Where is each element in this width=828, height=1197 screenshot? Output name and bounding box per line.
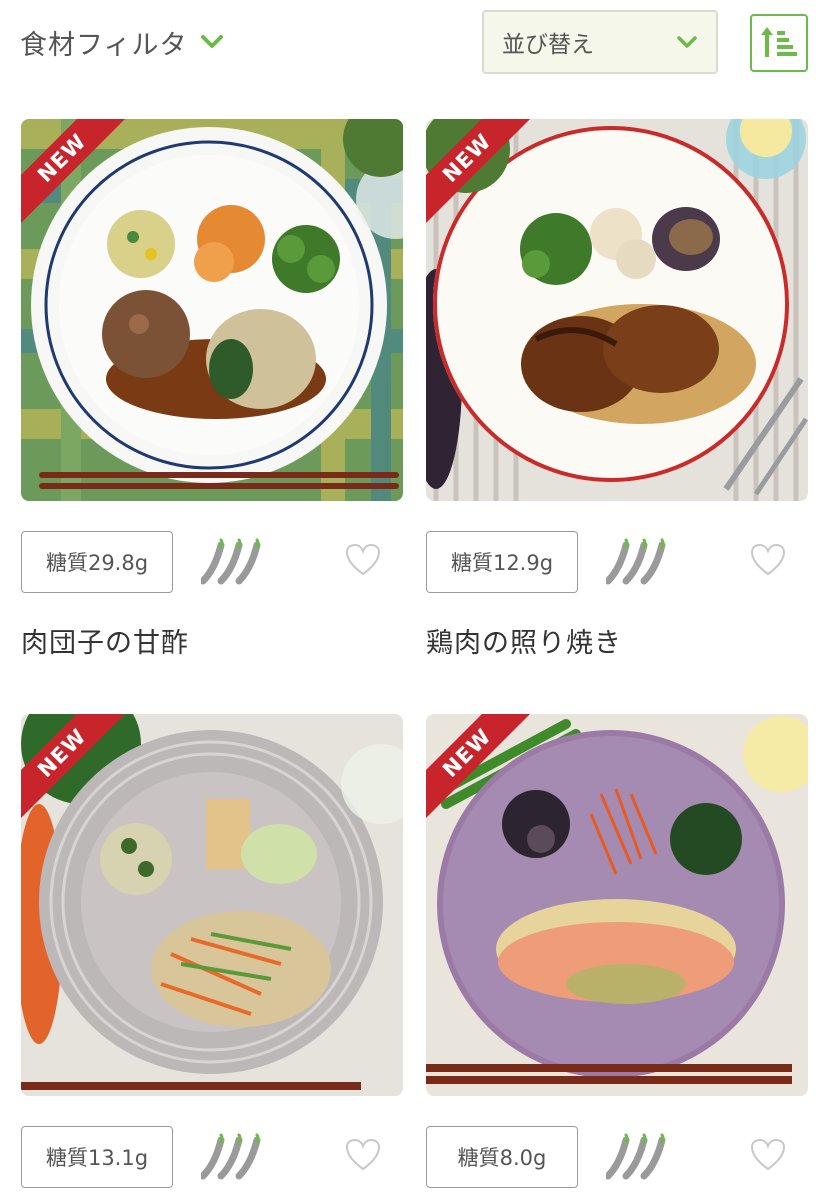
chili-pepper-icon	[201, 538, 261, 585]
heart-icon[interactable]	[750, 1138, 786, 1172]
carb-badge: 糖質13.1g	[21, 1126, 173, 1188]
heart-icon[interactable]	[750, 543, 786, 577]
chevron-down-icon	[677, 36, 697, 48]
carb-badge: 糖質8.0g	[426, 1126, 578, 1188]
meal-title[interactable]: 肉団子の甘酢	[21, 621, 189, 660]
heart-icon[interactable]	[345, 543, 381, 577]
meal-photo[interactable]: NEW	[426, 714, 808, 1096]
ingredient-filter-label: 食材フィルタ	[20, 29, 188, 61]
sort-ascending-icon	[761, 27, 797, 57]
chili-pepper-icon	[606, 538, 666, 585]
meal-photo[interactable]: NEW	[21, 714, 403, 1096]
meal-photo[interactable]: NEW	[426, 119, 808, 501]
chili-pepper-icon	[201, 1133, 261, 1180]
heart-icon[interactable]	[345, 1138, 381, 1172]
carb-badge: 糖質12.9g	[426, 531, 578, 593]
meal-photo[interactable]: NEW	[21, 119, 403, 501]
chili-pepper-icon	[606, 1133, 666, 1180]
meal-title[interactable]: 鶏肉の照り焼き	[426, 621, 622, 660]
sort-order-button[interactable]	[750, 14, 808, 72]
chevron-down-icon	[201, 35, 224, 48]
ingredient-filter-button[interactable]: 食材フィルタ	[20, 20, 224, 64]
sort-select[interactable]: 並び替え	[482, 10, 718, 74]
carb-badge: 糖質29.8g	[21, 531, 173, 593]
sort-label: 並び替え	[502, 32, 594, 58]
